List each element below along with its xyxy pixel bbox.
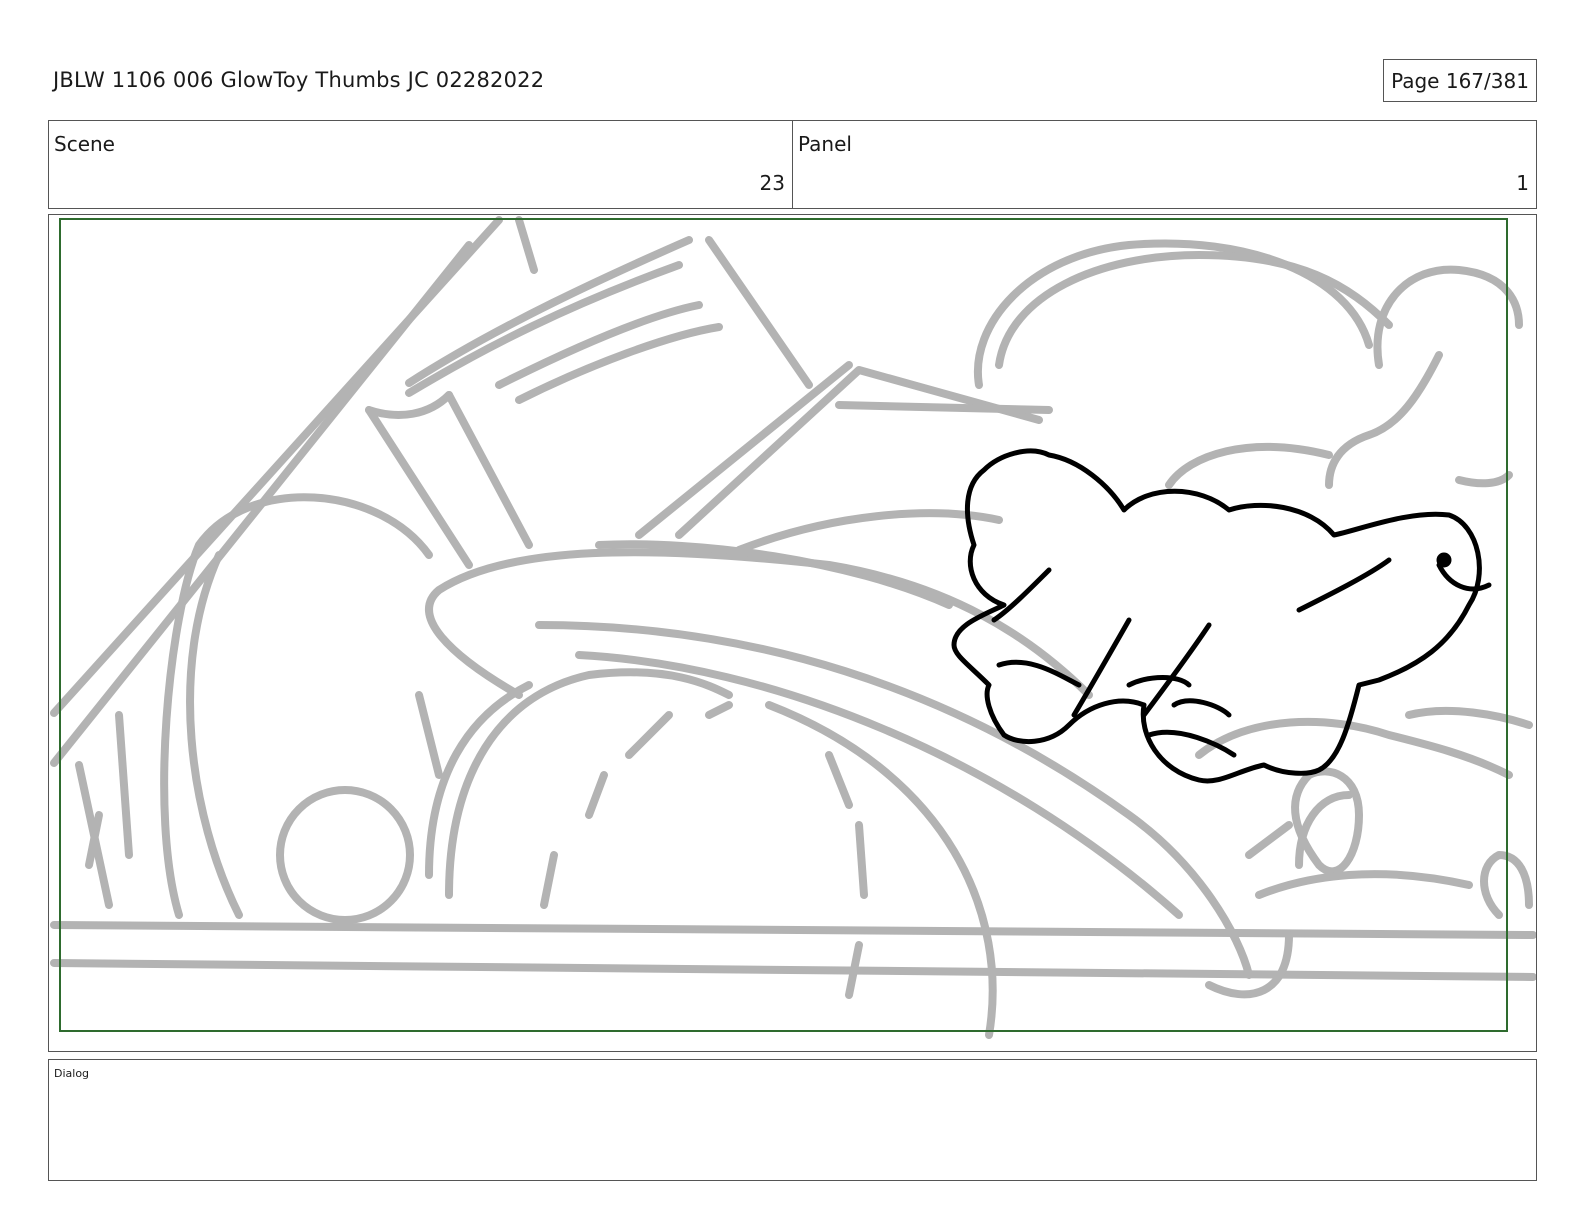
storyboard-sketch (50, 216, 1536, 1039)
storyboard-frame (48, 214, 1537, 1052)
rough-sketch-layer (50, 216, 1536, 1039)
dialog-label: Dialog (54, 1067, 90, 1080)
document-title: JBLW 1106 006 GlowToy Thumbs JC 02282022 (53, 68, 545, 92)
scene-label: Scene (54, 132, 115, 156)
safe-frame (59, 218, 1508, 1032)
scene-panel-info: Scene 23 Panel 1 (48, 120, 1537, 209)
panel-label: Panel (798, 132, 852, 156)
scene-cell: Scene 23 (49, 121, 792, 208)
panel-number: 1 (1516, 171, 1529, 195)
glow-toy-drawing (951, 448, 1492, 784)
scene-number: 23 (759, 171, 785, 195)
page-number: Page 167/381 (1383, 59, 1537, 102)
panel-cell: Panel 1 (792, 121, 1536, 208)
dialog-box: Dialog (48, 1059, 1537, 1181)
